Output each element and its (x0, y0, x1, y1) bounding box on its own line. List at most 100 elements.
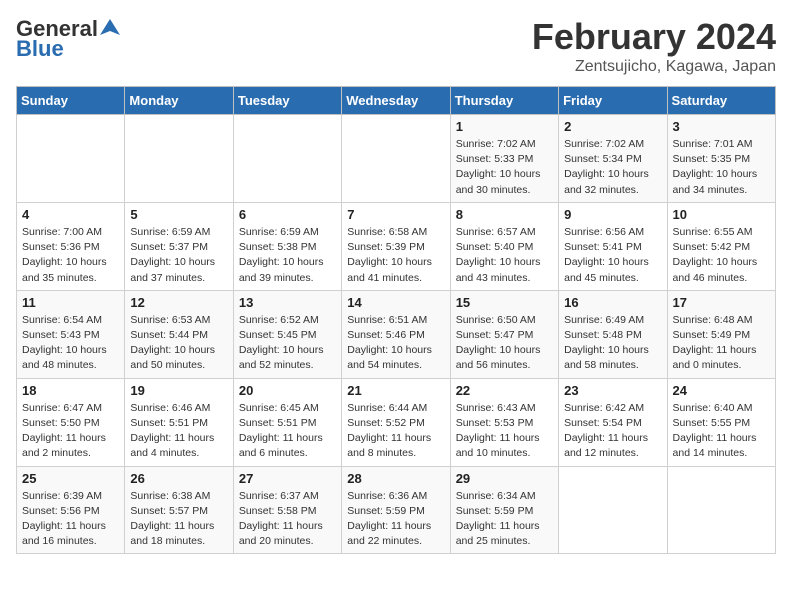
calendar-cell: 21 Sunrise: 6:44 AMSunset: 5:52 PMDayligh… (342, 378, 450, 466)
calendar-week-row: 18 Sunrise: 6:47 AMSunset: 5:50 PMDayligh… (17, 378, 776, 466)
weekday-header-saturday: Saturday (667, 87, 775, 115)
day-number: 29 (456, 471, 553, 486)
day-number: 15 (456, 295, 553, 310)
day-number: 7 (347, 207, 444, 222)
day-number: 12 (130, 295, 227, 310)
header: General Blue February 2024 Zentsujicho, … (16, 16, 776, 76)
logo-bird-icon (100, 17, 120, 37)
day-info: Sunrise: 6:42 AMSunset: 5:54 PMDaylight:… (564, 401, 661, 462)
calendar-cell: 12 Sunrise: 6:53 AMSunset: 5:44 PMDayligh… (125, 290, 233, 378)
day-info: Sunrise: 6:40 AMSunset: 5:55 PMDaylight:… (673, 401, 770, 462)
calendar-cell: 1 Sunrise: 7:02 AMSunset: 5:33 PMDaylight… (450, 115, 558, 203)
day-info: Sunrise: 7:02 AMSunset: 5:33 PMDaylight:… (456, 137, 553, 198)
calendar-cell: 19Sunrise: 6:46 AMSunset: 5:51 PMDayligh… (125, 378, 233, 466)
calendar-cell: 26 Sunrise: 6:38 AMSunset: 5:57 PMDayligh… (125, 466, 233, 554)
calendar-cell: 29Sunrise: 6:34 AMSunset: 5:59 PMDayligh… (450, 466, 558, 554)
calendar-cell: 13 Sunrise: 6:52 AMSunset: 5:45 PMDayligh… (233, 290, 341, 378)
day-info: Sunrise: 6:38 AMSunset: 5:57 PMDaylight:… (130, 489, 227, 550)
day-number: 3 (673, 119, 770, 134)
calendar-cell (125, 115, 233, 203)
day-info: Sunrise: 7:01 AMSunset: 5:35 PMDaylight:… (673, 137, 770, 198)
day-info: Sunrise: 6:57 AMSunset: 5:40 PMDaylight:… (456, 225, 553, 286)
calendar-cell (233, 115, 341, 203)
day-info: Sunrise: 6:51 AMSunset: 5:46 PMDaylight:… (347, 313, 444, 374)
weekday-header-wednesday: Wednesday (342, 87, 450, 115)
title-area: February 2024 Zentsujicho, Kagawa, Japan (532, 16, 776, 76)
day-info: Sunrise: 6:49 AMSunset: 5:48 PMDaylight:… (564, 313, 661, 374)
day-info: Sunrise: 6:45 AMSunset: 5:51 PMDaylight:… (239, 401, 336, 462)
calendar-cell (667, 466, 775, 554)
calendar-table: SundayMondayTuesdayWednesdayThursdayFrid… (16, 86, 776, 554)
calendar-cell: 23 Sunrise: 6:42 AMSunset: 5:54 PMDayligh… (559, 378, 667, 466)
day-info: Sunrise: 6:43 AMSunset: 5:53 PMDaylight:… (456, 401, 553, 462)
day-number: 21 (347, 383, 444, 398)
day-info: Sunrise: 6:53 AMSunset: 5:44 PMDaylight:… (130, 313, 227, 374)
day-number: 28 (347, 471, 444, 486)
location-subtitle: Zentsujicho, Kagawa, Japan (532, 58, 776, 76)
calendar-cell: 7 Sunrise: 6:58 AMSunset: 5:39 PMDaylight… (342, 202, 450, 290)
calendar-cell: 25 Sunrise: 6:39 AMSunset: 5:56 PMDayligh… (17, 466, 125, 554)
day-number: 18 (22, 383, 119, 398)
day-number: 4 (22, 207, 119, 222)
weekday-header-tuesday: Tuesday (233, 87, 341, 115)
calendar-cell: 14Sunrise: 6:51 AMSunset: 5:46 PMDayligh… (342, 290, 450, 378)
calendar-cell (559, 466, 667, 554)
day-number: 27 (239, 471, 336, 486)
day-number: 16 (564, 295, 661, 310)
logo-blue-text: Blue (16, 36, 64, 62)
calendar-cell: 8 Sunrise: 6:57 AMSunset: 5:40 PMDaylight… (450, 202, 558, 290)
calendar-cell: 18 Sunrise: 6:47 AMSunset: 5:50 PMDayligh… (17, 378, 125, 466)
day-number: 5 (130, 207, 227, 222)
calendar-week-row: 4 Sunrise: 7:00 AMSunset: 5:36 PMDaylight… (17, 202, 776, 290)
day-info: Sunrise: 6:56 AMSunset: 5:41 PMDaylight:… (564, 225, 661, 286)
calendar-cell (342, 115, 450, 203)
calendar-cell: 17 Sunrise: 6:48 AMSunset: 5:49 PMDayligh… (667, 290, 775, 378)
calendar-header: SundayMondayTuesdayWednesdayThursdayFrid… (17, 87, 776, 115)
calendar-week-row: 11Sunrise: 6:54 AMSunset: 5:43 PMDayligh… (17, 290, 776, 378)
calendar-cell: 22Sunrise: 6:43 AMSunset: 5:53 PMDayligh… (450, 378, 558, 466)
day-number: 13 (239, 295, 336, 310)
calendar-cell: 15 Sunrise: 6:50 AMSunset: 5:47 PMDayligh… (450, 290, 558, 378)
day-info: Sunrise: 6:37 AMSunset: 5:58 PMDaylight:… (239, 489, 336, 550)
logo: General Blue (16, 16, 120, 62)
month-year-title: February 2024 (532, 16, 776, 58)
day-info: Sunrise: 6:55 AMSunset: 5:42 PMDaylight:… (673, 225, 770, 286)
day-info: Sunrise: 6:39 AMSunset: 5:56 PMDaylight:… (22, 489, 119, 550)
weekday-header-monday: Monday (125, 87, 233, 115)
day-info: Sunrise: 6:58 AMSunset: 5:39 PMDaylight:… (347, 225, 444, 286)
calendar-body: 1 Sunrise: 7:02 AMSunset: 5:33 PMDaylight… (17, 115, 776, 554)
calendar-cell: 11Sunrise: 6:54 AMSunset: 5:43 PMDayligh… (17, 290, 125, 378)
day-number: 6 (239, 207, 336, 222)
day-number: 20 (239, 383, 336, 398)
day-number: 25 (22, 471, 119, 486)
weekday-header-friday: Friday (559, 87, 667, 115)
day-info: Sunrise: 6:52 AMSunset: 5:45 PMDaylight:… (239, 313, 336, 374)
calendar-cell (17, 115, 125, 203)
day-number: 26 (130, 471, 227, 486)
calendar-cell: 16 Sunrise: 6:49 AMSunset: 5:48 PMDayligh… (559, 290, 667, 378)
day-info: Sunrise: 7:02 AMSunset: 5:34 PMDaylight:… (564, 137, 661, 198)
day-number: 1 (456, 119, 553, 134)
day-number: 17 (673, 295, 770, 310)
calendar-cell: 3 Sunrise: 7:01 AMSunset: 5:35 PMDaylight… (667, 115, 775, 203)
day-info: Sunrise: 6:50 AMSunset: 5:47 PMDaylight:… (456, 313, 553, 374)
day-info: Sunrise: 6:44 AMSunset: 5:52 PMDaylight:… (347, 401, 444, 462)
day-number: 19 (130, 383, 227, 398)
calendar-cell: 5Sunrise: 6:59 AMSunset: 5:37 PMDaylight… (125, 202, 233, 290)
day-info: Sunrise: 7:00 AMSunset: 5:36 PMDaylight:… (22, 225, 119, 286)
day-number: 23 (564, 383, 661, 398)
weekday-header-sunday: Sunday (17, 87, 125, 115)
day-info: Sunrise: 6:47 AMSunset: 5:50 PMDaylight:… (22, 401, 119, 462)
day-info: Sunrise: 6:36 AMSunset: 5:59 PMDaylight:… (347, 489, 444, 550)
calendar-cell: 10Sunrise: 6:55 AMSunset: 5:42 PMDayligh… (667, 202, 775, 290)
calendar-week-row: 25 Sunrise: 6:39 AMSunset: 5:56 PMDayligh… (17, 466, 776, 554)
day-info: Sunrise: 6:54 AMSunset: 5:43 PMDaylight:… (22, 313, 119, 374)
calendar-cell: 9Sunrise: 6:56 AMSunset: 5:41 PMDaylight… (559, 202, 667, 290)
day-info: Sunrise: 6:59 AMSunset: 5:38 PMDaylight:… (239, 225, 336, 286)
calendar-week-row: 1 Sunrise: 7:02 AMSunset: 5:33 PMDaylight… (17, 115, 776, 203)
weekday-header-thursday: Thursday (450, 87, 558, 115)
day-number: 2 (564, 119, 661, 134)
day-number: 8 (456, 207, 553, 222)
calendar-cell: 4 Sunrise: 7:00 AMSunset: 5:36 PMDaylight… (17, 202, 125, 290)
day-info: Sunrise: 6:48 AMSunset: 5:49 PMDaylight:… (673, 313, 770, 374)
